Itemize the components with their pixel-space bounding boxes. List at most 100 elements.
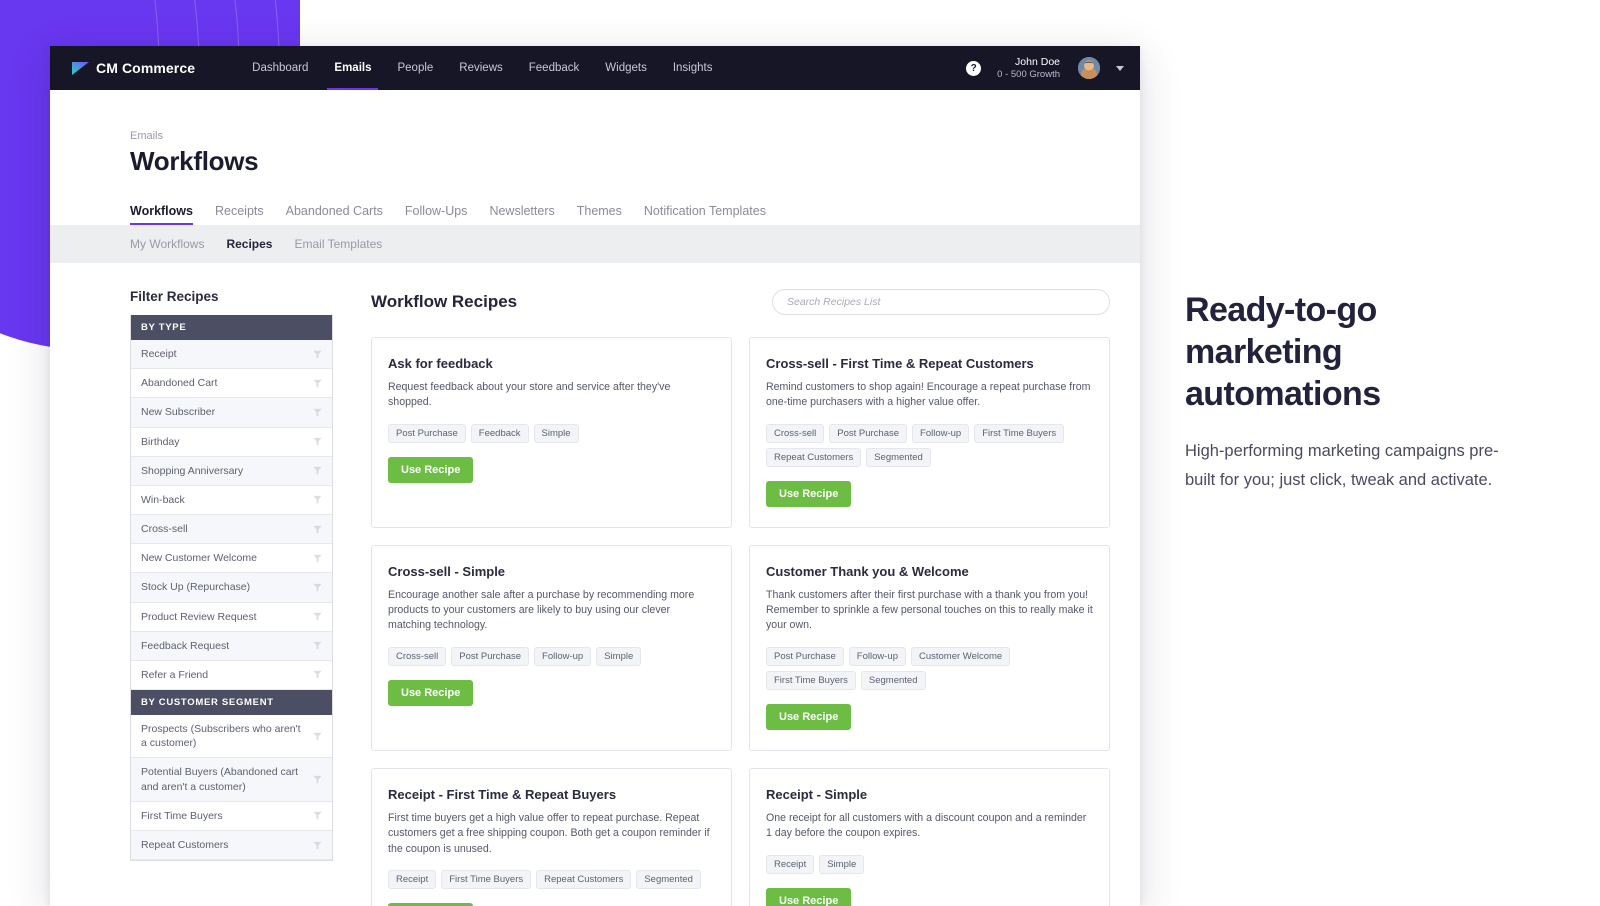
nav-item-insights[interactable]: Insights — [660, 46, 726, 90]
nav-item-emails[interactable]: Emails — [321, 46, 384, 90]
recipe-tag: Simple — [534, 424, 579, 443]
funnel-icon — [313, 732, 322, 741]
filter-item[interactable]: New Customer Welcome — [131, 544, 332, 573]
brand-name: CM Commerce — [96, 60, 195, 76]
funnel-icon — [313, 641, 322, 650]
nav-item-dashboard[interactable]: Dashboard — [239, 46, 321, 90]
user-name: John Doe — [997, 56, 1060, 69]
chevron-down-icon[interactable] — [1116, 66, 1124, 71]
recipe-card-tags: Post Purchase Feedback Simple — [388, 424, 715, 443]
filter-item-label: Product Review Request — [141, 610, 265, 624]
tab-newsletters[interactable]: Newsletters — [489, 204, 554, 225]
recipe-tag: Follow-up — [534, 647, 591, 666]
tab-notification-templates[interactable]: Notification Templates — [644, 204, 766, 225]
top-navigation-bar: CM Commerce Dashboard Emails People Revi… — [50, 46, 1140, 90]
recipes-panel: Workflow Recipes Ask for feedbackRequest… — [371, 289, 1110, 906]
filter-sidebar: Filter Recipes BY TYPEReceiptAbandoned C… — [130, 289, 333, 906]
recipe-tag: First Time Buyers — [766, 671, 856, 690]
filter-item-label: First Time Buyers — [141, 809, 231, 823]
recipe-card-title: Customer Thank you & Welcome — [766, 564, 1093, 579]
recipe-card: Receipt - First Time & Repeat BuyersFirs… — [371, 768, 732, 906]
subtab-my-workflows[interactable]: My Workflows — [130, 237, 204, 251]
promo-title: Ready-to-go marketing automations — [1185, 290, 1515, 415]
app-window: CM Commerce Dashboard Emails People Revi… — [50, 46, 1140, 906]
funnel-icon — [313, 583, 322, 592]
nav-item-people[interactable]: People — [384, 46, 446, 90]
funnel-icon — [313, 554, 322, 563]
filter-item[interactable]: Repeat Customers — [131, 831, 332, 860]
recipe-tag: Feedback — [471, 424, 529, 443]
search-input[interactable] — [787, 296, 1095, 308]
subtab-email-templates[interactable]: Email Templates — [294, 237, 382, 251]
filter-item[interactable]: Prospects (Subscribers who aren't a cust… — [131, 715, 332, 758]
filter-item[interactable]: Win-back — [131, 486, 332, 515]
filter-list: BY TYPEReceiptAbandoned CartNew Subscrib… — [130, 315, 333, 861]
funnel-icon — [313, 350, 322, 359]
recipe-card-description: Encourage another sale after a purchase … — [388, 588, 715, 634]
funnel-icon — [313, 379, 322, 388]
recipe-card-tags: Cross-sellPost PurchaseFollow-upFirst Ti… — [766, 424, 1093, 467]
recipe-tag: Simple — [819, 855, 864, 874]
funnel-icon — [313, 525, 322, 534]
filter-item[interactable]: Feedback Request — [131, 632, 332, 661]
help-icon[interactable]: ? — [966, 61, 981, 76]
promo-block: Ready-to-go marketing automations High-p… — [1185, 290, 1515, 495]
nav-item-feedback[interactable]: Feedback — [516, 46, 593, 90]
filter-item[interactable]: Shopping Anniversary — [131, 457, 332, 486]
recipe-card-description: Thank customers after their first purcha… — [766, 588, 1093, 634]
filter-item[interactable]: Abandoned Cart — [131, 369, 332, 398]
filter-item[interactable]: Cross-sell — [131, 515, 332, 544]
use-recipe-button[interactable]: Use Recipe — [766, 888, 851, 906]
breadcrumb: Emails — [130, 130, 1140, 142]
filter-item-label: Repeat Customers — [141, 838, 237, 852]
recipe-tag: Customer Welcome — [911, 647, 1010, 666]
secondary-tabs: My Workflows Recipes Email Templates — [50, 225, 1140, 263]
nav-item-reviews[interactable]: Reviews — [446, 46, 515, 90]
funnel-icon — [313, 466, 322, 475]
filter-item[interactable]: Receipt — [131, 340, 332, 369]
recipe-tag: Repeat Customers — [766, 448, 861, 467]
filter-item[interactable]: First Time Buyers — [131, 802, 332, 831]
tab-abandoned-carts[interactable]: Abandoned Carts — [286, 204, 383, 225]
filter-item[interactable]: Potential Buyers (Abandoned cart and are… — [131, 758, 332, 801]
tab-follow-ups[interactable]: Follow-Ups — [405, 204, 468, 225]
recipes-panel-header: Workflow Recipes — [371, 289, 1110, 315]
filter-item[interactable]: Refer a Friend — [131, 661, 332, 690]
recipe-tag: Cross-sell — [388, 647, 446, 666]
recipe-card-description: Request feedback about your store and se… — [388, 380, 715, 411]
funnel-icon — [313, 670, 322, 679]
tab-workflows[interactable]: Workflows — [130, 204, 193, 225]
brand-logo[interactable]: CM Commerce — [72, 60, 195, 76]
filter-item[interactable]: Product Review Request — [131, 603, 332, 632]
filter-item-label: Cross-sell — [141, 522, 196, 536]
recipe-card-title: Cross-sell - First Time & Repeat Custome… — [766, 356, 1093, 371]
filter-item-label: New Customer Welcome — [141, 551, 265, 565]
filter-item-label: Feedback Request — [141, 639, 237, 653]
funnel-icon — [313, 811, 322, 820]
tab-themes[interactable]: Themes — [577, 204, 622, 225]
subtab-recipes[interactable]: Recipes — [226, 237, 272, 251]
avatar[interactable] — [1078, 57, 1100, 79]
recipe-tag: Cross-sell — [766, 424, 824, 443]
page-title: Workflows — [130, 146, 1140, 177]
filter-item-label: Stock Up (Repurchase) — [141, 580, 258, 594]
use-recipe-button[interactable]: Use Recipe — [766, 481, 851, 507]
recipe-card: Customer Thank you & Welcome Thank custom… — [749, 545, 1110, 751]
filter-item-label: Shopping Anniversary — [141, 464, 251, 478]
recipe-tag: Segmented — [861, 671, 926, 690]
filter-item[interactable]: Birthday — [131, 428, 332, 457]
use-recipe-button[interactable]: Use Recipe — [388, 457, 473, 483]
filter-sidebar-title: Filter Recipes — [130, 289, 333, 304]
filter-item[interactable]: New Subscriber — [131, 398, 332, 427]
filter-item-label: New Subscriber — [141, 405, 223, 419]
nav-item-widgets[interactable]: Widgets — [592, 46, 660, 90]
search-recipes-box[interactable] — [772, 289, 1110, 315]
use-recipe-button[interactable]: Use Recipe — [766, 704, 851, 730]
use-recipe-button[interactable]: Use Recipe — [388, 680, 473, 706]
filter-item[interactable]: Stock Up (Repurchase) — [131, 573, 332, 602]
tab-receipts[interactable]: Receipts — [215, 204, 264, 225]
recipe-tag: Follow-up — [912, 424, 969, 443]
recipe-card: Cross-sell - SimpleEncourage another sal… — [371, 545, 732, 751]
recipe-card-title: Receipt - First Time & Repeat Buyers — [388, 787, 715, 802]
recipe-tag: Post Purchase — [388, 424, 466, 443]
